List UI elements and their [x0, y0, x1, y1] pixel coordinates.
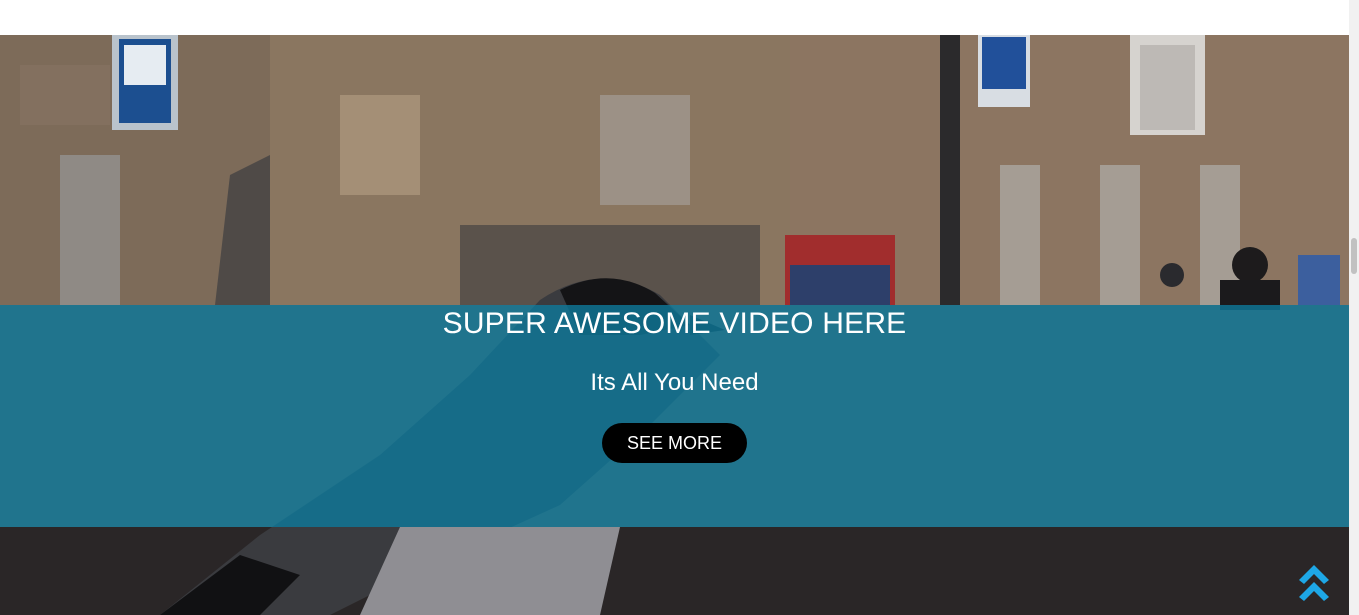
hero-subtitle: Its All You Need	[590, 369, 759, 396]
page-top-bar	[0, 0, 1349, 35]
scrollbar-thumb[interactable]	[1351, 238, 1357, 274]
page-scrollbar[interactable]	[1349, 0, 1359, 615]
page: SUPER AWESOME VIDEO HERE Its All You Nee…	[0, 0, 1359, 615]
hero-title: SUPER AWESOME VIDEO HERE	[442, 307, 907, 340]
see-more-button[interactable]: SEE MORE	[602, 423, 747, 463]
back-to-top-button[interactable]	[1296, 562, 1332, 604]
double-chevron-up-icon	[1299, 565, 1329, 601]
